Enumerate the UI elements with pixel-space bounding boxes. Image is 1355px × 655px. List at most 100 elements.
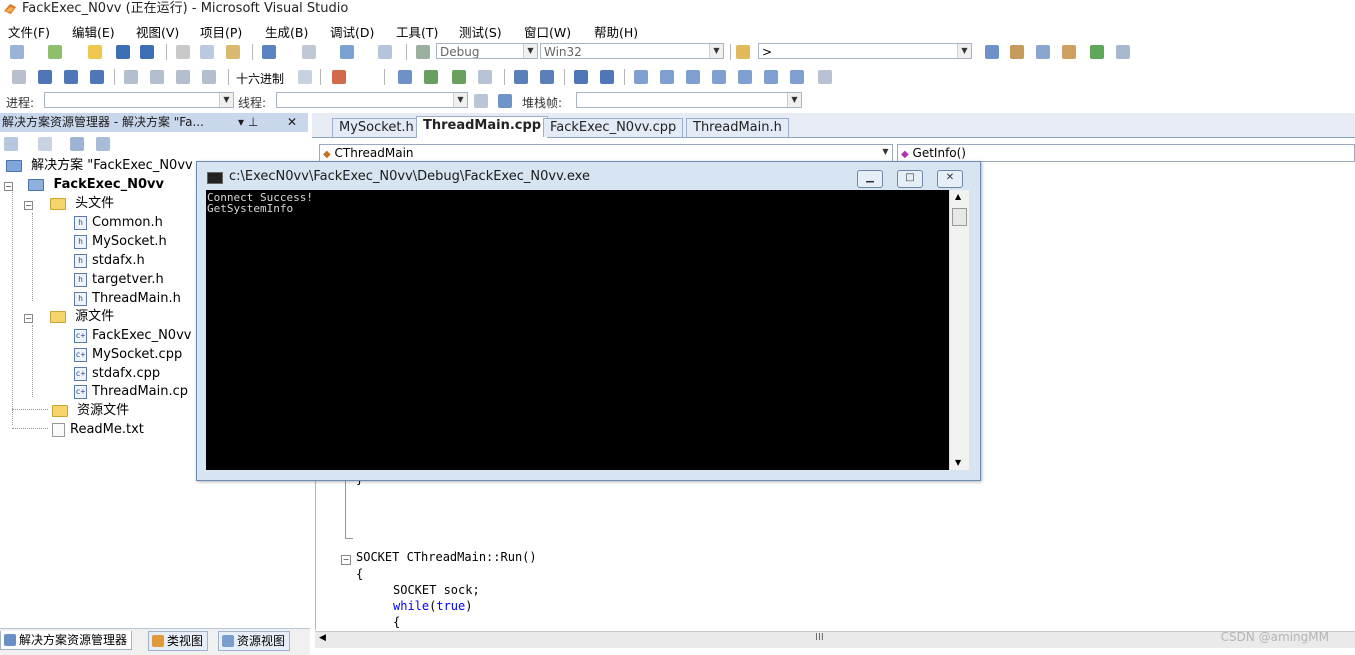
- menu-build[interactable]: 生成(B): [265, 22, 308, 41]
- tab-resource-view[interactable]: 资源视图: [218, 631, 291, 651]
- chevron-down-icon[interactable]: ▼: [523, 44, 537, 58]
- menu-window[interactable]: 窗口(W): [524, 22, 571, 41]
- show-threads-icon[interactable]: [298, 70, 312, 84]
- pin-icon[interactable]: ▾ ⊥: [238, 113, 258, 132]
- clear-bookmarks-icon[interactable]: [818, 70, 832, 84]
- flag-thread-icon[interactable]: [474, 94, 488, 108]
- tree-file-threadmain-h[interactable]: h ThreadMain.h: [74, 290, 181, 308]
- scroll-thumb-grip[interactable]: III: [815, 632, 824, 643]
- maximize-icon[interactable]: □: [897, 170, 923, 188]
- object-browser-icon[interactable]: [1090, 45, 1104, 59]
- chevron-down-icon[interactable]: ▼: [453, 93, 467, 107]
- navigate-forward-icon[interactable]: [378, 45, 392, 59]
- view-code-icon[interactable]: [70, 137, 84, 151]
- parameter-info-icon[interactable]: [424, 70, 438, 84]
- chevron-down-icon[interactable]: ▼: [787, 93, 801, 107]
- minimize-icon[interactable]: ▁: [857, 170, 883, 188]
- tab-fackexec-cpp[interactable]: FackExec_N0vv.cpp: [543, 118, 684, 137]
- tree-file-common-h[interactable]: h Common.h: [74, 214, 163, 232]
- console-vertical-scrollbar[interactable]: ▲ ▼: [949, 190, 969, 470]
- new-project-icon[interactable]: [10, 45, 24, 59]
- tree-file-fackexec-cpp[interactable]: c+ FackExec_N0vv: [74, 327, 191, 345]
- tree-file-mysocket-cpp[interactable]: c+ MySocket.cpp: [74, 346, 182, 364]
- next-bookmark-folder-icon[interactable]: [738, 70, 752, 84]
- redo-icon[interactable]: [302, 45, 316, 59]
- find-icon[interactable]: [985, 45, 999, 59]
- view-class-diagram-icon[interactable]: [96, 137, 110, 151]
- tab-threadmain-cpp[interactable]: ThreadMain.cpp: [416, 116, 549, 138]
- copy-icon[interactable]: [200, 45, 214, 59]
- console-titlebar[interactable]: c:\ExecN0vv\FackExec_N0vv\Debug\FackExec…: [197, 162, 980, 190]
- console-window[interactable]: c:\ExecN0vv\FackExec_N0vv\Debug\FackExec…: [196, 161, 981, 481]
- tree-solution-node[interactable]: 解决方案 "FackExec_N0vv: [6, 157, 193, 175]
- collapse-icon[interactable]: −: [24, 201, 33, 210]
- comment-icon[interactable]: [574, 70, 588, 84]
- stop-debugging-icon[interactable]: [64, 70, 78, 84]
- previous-bookmark-doc-icon[interactable]: [764, 70, 778, 84]
- chevron-down-icon[interactable]: ▼: [957, 44, 971, 58]
- save-all-icon[interactable]: [140, 45, 154, 59]
- tree-file-stdafx-cpp[interactable]: c+ stdafx.cpp: [74, 365, 160, 383]
- collapse-icon[interactable]: −: [24, 314, 33, 323]
- find-combo[interactable]: > ▼: [758, 43, 972, 59]
- restart-icon[interactable]: [90, 70, 104, 84]
- chevron-down-icon[interactable]: ▼: [219, 93, 233, 107]
- tab-mysocket-h[interactable]: MySocket.h: [332, 118, 424, 137]
- tree-project-node[interactable]: FackExec_N0vv: [28, 176, 164, 194]
- menu-debug[interactable]: 调试(D): [330, 22, 374, 41]
- continue-icon[interactable]: [12, 70, 26, 84]
- process-combo[interactable]: ▼: [44, 92, 234, 108]
- solution-platform-combo[interactable]: Win32 ▼: [540, 43, 724, 59]
- stackframe-combo[interactable]: ▼: [576, 92, 802, 108]
- find-in-files-icon[interactable]: [736, 45, 750, 59]
- command-window-icon[interactable]: [1116, 45, 1130, 59]
- decrease-indent-icon[interactable]: [514, 70, 528, 84]
- tree-file-readme[interactable]: ReadMe.txt: [52, 421, 144, 439]
- uncomment-icon[interactable]: [600, 70, 614, 84]
- close-icon[interactable]: ✕: [937, 170, 963, 188]
- previous-bookmark-folder-icon[interactable]: [712, 70, 726, 84]
- chevron-down-icon[interactable]: ▼: [879, 145, 892, 159]
- menu-project[interactable]: 项目(P): [200, 22, 242, 41]
- step-into-icon[interactable]: [150, 70, 164, 84]
- properties-icon[interactable]: [4, 137, 18, 151]
- show-all-files-icon[interactable]: [38, 137, 52, 151]
- member-dropdown[interactable]: ◆ GetInfo(): [897, 144, 1355, 162]
- cut-icon[interactable]: [176, 45, 190, 59]
- increase-indent-icon[interactable]: [540, 70, 554, 84]
- tree-file-threadmain-cpp[interactable]: c+ ThreadMain.cp: [74, 383, 188, 401]
- save-icon[interactable]: [116, 45, 130, 59]
- hex-display-button[interactable]: 十六进制: [236, 70, 284, 87]
- quick-info-icon[interactable]: [452, 70, 466, 84]
- add-item-icon[interactable]: [48, 45, 62, 59]
- menu-file[interactable]: 文件(F): [8, 22, 50, 41]
- navigate-backward-icon[interactable]: [340, 45, 354, 59]
- collapse-icon[interactable]: −: [4, 182, 13, 191]
- solution-config-combo[interactable]: Debug ▼: [436, 43, 538, 59]
- menu-test[interactable]: 测试(S): [459, 22, 502, 41]
- tab-solution-explorer[interactable]: 解决方案资源管理器: [0, 631, 133, 650]
- scroll-left-icon[interactable]: ◀: [319, 633, 326, 643]
- menu-view[interactable]: 视图(V): [136, 22, 179, 41]
- start-debugging-icon[interactable]: [416, 45, 430, 59]
- tree-resource-folder[interactable]: 资源文件: [52, 402, 129, 420]
- solution-explorer-icon[interactable]: [1010, 45, 1024, 59]
- step-out-icon[interactable]: [202, 70, 216, 84]
- step-over-icon[interactable]: [176, 70, 190, 84]
- breakpoints-icon[interactable]: [332, 70, 346, 84]
- collapse-icon[interactable]: −: [341, 555, 351, 565]
- tab-threadmain-h[interactable]: ThreadMain.h: [686, 118, 789, 137]
- chevron-down-icon[interactable]: ▼: [709, 44, 723, 58]
- console-output[interactable]: Connect Success! GetSystemInfo: [206, 190, 949, 470]
- paste-icon[interactable]: [226, 45, 240, 59]
- properties-icon[interactable]: [1036, 45, 1050, 59]
- open-file-icon[interactable]: [88, 45, 102, 59]
- toolbox-icon[interactable]: [1062, 45, 1076, 59]
- filter-threads-icon[interactable]: [498, 94, 512, 108]
- thread-combo[interactable]: ▼: [276, 92, 468, 108]
- show-next-statement-icon[interactable]: [124, 70, 138, 84]
- menu-help[interactable]: 帮助(H): [594, 22, 638, 41]
- complete-word-icon[interactable]: [478, 70, 492, 84]
- menu-tools[interactable]: 工具(T): [396, 22, 438, 41]
- tree-header-folder[interactable]: 头文件: [50, 195, 114, 213]
